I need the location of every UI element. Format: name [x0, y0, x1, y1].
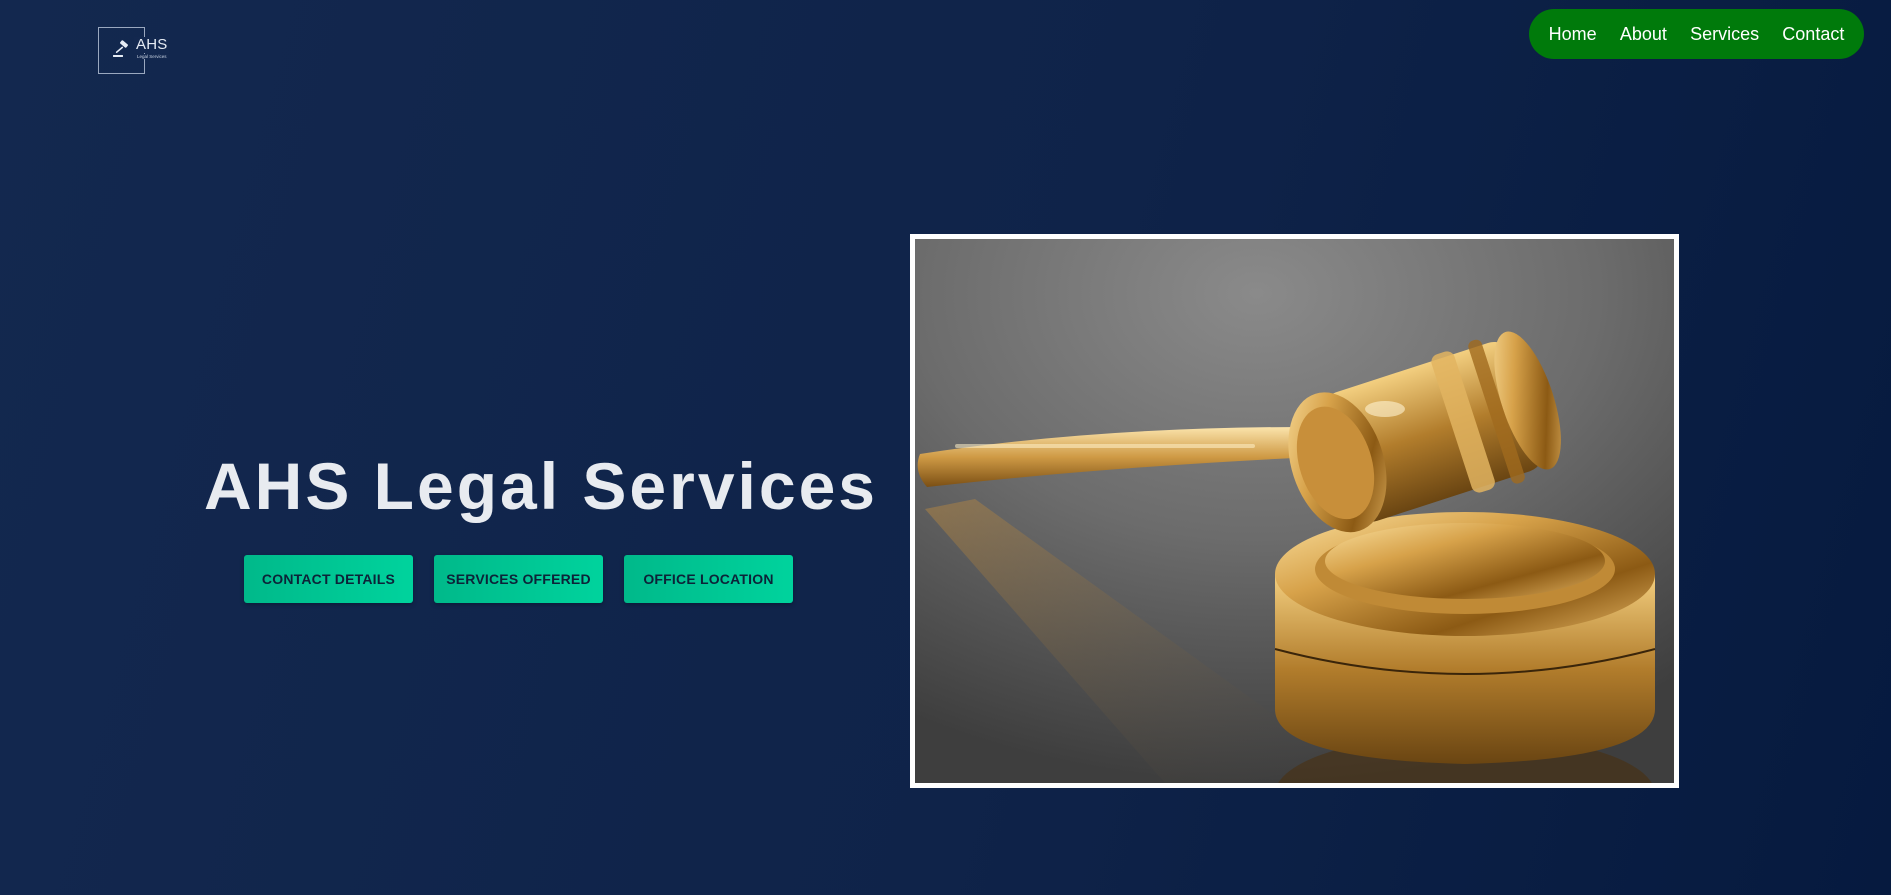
nav-about-link[interactable]: About	[1616, 24, 1671, 45]
brand-logo[interactable]: AHS Legal Services	[98, 27, 170, 75]
nav-services-link[interactable]: Services	[1686, 24, 1763, 45]
contact-details-button[interactable]: CONTACT DETAILS	[244, 555, 413, 603]
hero-button-row: CONTACT DETAILS SERVICES OFFERED OFFICE …	[244, 555, 793, 603]
nav-home-link[interactable]: Home	[1545, 24, 1601, 45]
services-offered-button[interactable]: SERVICES OFFERED	[434, 555, 603, 603]
logo-subtitle: Legal Services	[135, 54, 169, 59]
gavel-icon	[113, 40, 128, 57]
gavel-image	[910, 234, 1679, 788]
main-nav: Home About Services Contact	[1529, 9, 1864, 59]
logo-wordmark: AHS	[134, 36, 170, 53]
office-location-button[interactable]: OFFICE LOCATION	[624, 555, 793, 603]
nav-contact-link[interactable]: Contact	[1778, 24, 1848, 45]
